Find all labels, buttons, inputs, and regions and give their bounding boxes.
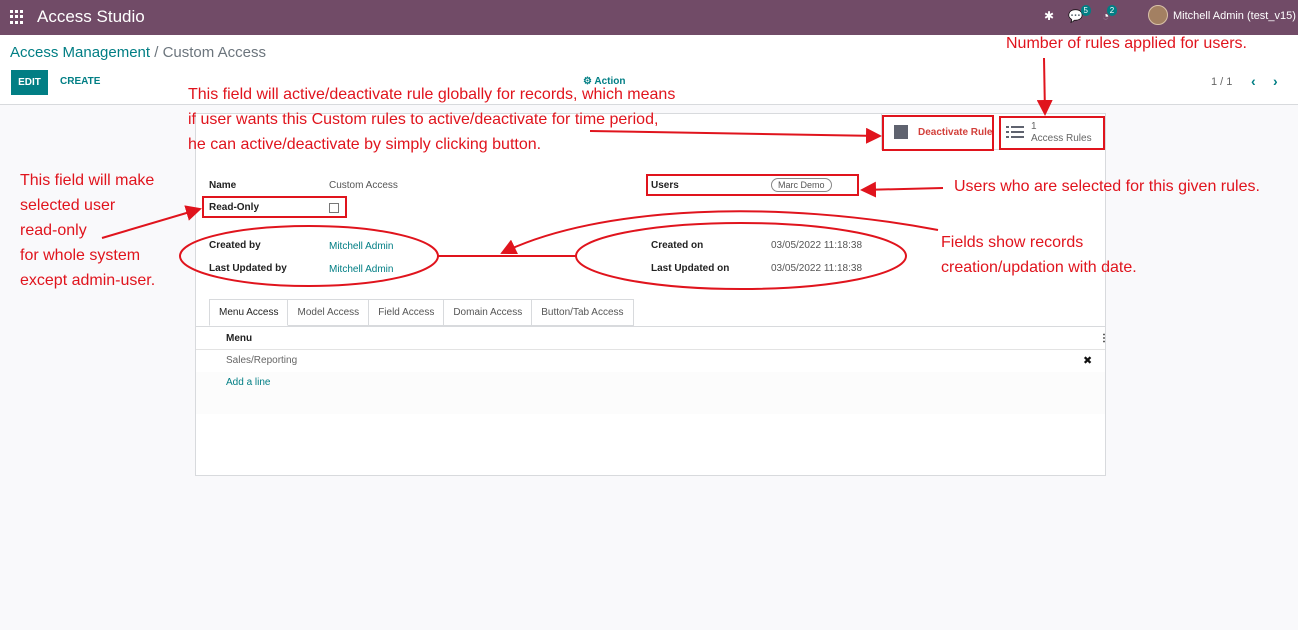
column-options-icon[interactable]: ⋮: [1099, 333, 1109, 344]
messages-badge: 5: [1080, 5, 1091, 16]
annotation-readonly-1: This field will make: [20, 172, 155, 189]
column-menu[interactable]: Menu: [226, 333, 252, 344]
stop-icon: [894, 125, 908, 139]
edit-button[interactable]: EDIT: [11, 70, 48, 95]
name-label: Name: [209, 180, 237, 191]
form-sheet: Deactivate Rule 1 Access Rules Name Cust…: [195, 113, 1109, 476]
updated-on-label: Last Updated on: [651, 263, 730, 274]
activities-icon[interactable]: ◔ 2: [1102, 5, 1118, 23]
button-box: Deactivate Rule 1 Access Rules: [881, 114, 1105, 150]
annotation-readonly-5: except admin-user.: [20, 272, 156, 289]
app-menu-icon[interactable]: [10, 10, 24, 24]
user-menu[interactable]: Mitchell Admin (test_v15): [1173, 10, 1296, 22]
created-on-label: Created on: [651, 240, 704, 251]
list-icon: [1006, 126, 1024, 138]
created-by-label: Created by: [209, 240, 261, 251]
name-value[interactable]: Custom Access: [329, 180, 398, 191]
updated-by-value[interactable]: Mitchell Admin: [329, 264, 393, 275]
tab-button-access[interactable]: Button/Tab Access: [532, 299, 634, 326]
annotation-readonly-2: selected user: [20, 197, 116, 214]
activities-badge: 2: [1106, 5, 1118, 16]
breadcrumb-current: Custom Access: [162, 44, 266, 61]
updated-on-value: 03/05/2022 11:18:38: [771, 263, 863, 274]
messages-icon[interactable]: 💬 5: [1068, 5, 1091, 23]
menu-cell[interactable]: Sales/Reporting: [226, 355, 297, 366]
annotation-active-1: This field will active/deactivate rule g…: [188, 86, 676, 103]
tab-menu-access[interactable]: Menu Access: [209, 299, 289, 326]
access-rules-label: Access Rules: [1031, 133, 1092, 144]
updated-by-label: Last Updated by: [209, 263, 287, 274]
chevron-left-icon[interactable]: ‹: [1251, 73, 1256, 89]
pager-value[interactable]: 1 / 1: [1211, 76, 1232, 88]
created-on-value: 03/05/2022 11:18:38: [771, 240, 863, 251]
list-empty-area: [196, 372, 1105, 414]
app-title[interactable]: Access Studio: [37, 7, 145, 27]
top-navbar: Access Studio ✱ 💬 5 ◔ 2 Mitchell Admin (te…: [0, 0, 1298, 35]
annotation-rules-count: Number of rules applied for users.: [1006, 35, 1247, 52]
user-tag[interactable]: Marc Demo: [771, 178, 832, 192]
arrow-readonly: [101, 205, 202, 239]
delete-row-icon[interactable]: ✖: [1083, 354, 1092, 367]
readonly-checkbox[interactable]: [329, 203, 339, 213]
annotation-fields-2: creation/updation with date.: [941, 259, 1137, 276]
tab-domain-access[interactable]: Domain Access: [444, 299, 533, 326]
tab-field-access[interactable]: Field Access: [369, 299, 445, 326]
annotation-readonly-4: for whole system: [20, 247, 141, 264]
deactivate-rule-button[interactable]: Deactivate Rule: [882, 114, 994, 150]
tab-model-access[interactable]: Model Access: [288, 299, 370, 326]
access-rules-count: 1: [1031, 121, 1037, 132]
table-row[interactable]: Sales/Reporting ✖: [196, 350, 1105, 372]
bug-icon[interactable]: ✱: [1044, 9, 1054, 23]
annotation-active-3: he can active/deactivate by simply click…: [188, 136, 542, 153]
create-button[interactable]: CREATE: [60, 76, 100, 87]
breadcrumb: Access Management / Custom Access: [10, 44, 266, 61]
created-by-value[interactable]: Mitchell Admin: [329, 241, 393, 252]
user-avatar[interactable]: [1148, 5, 1168, 25]
list-header: Menu ⋮: [196, 327, 1109, 350]
annotation-active-2: if user wants this Custom rules to activ…: [188, 111, 659, 128]
notebook-tabs: Menu Access Model Access Field Access Do…: [209, 299, 634, 326]
access-rules-button[interactable]: 1 Access Rules: [1000, 114, 1106, 150]
annotation-fields-1: Fields show records: [941, 234, 1084, 251]
add-line-link[interactable]: Add a line: [226, 377, 270, 388]
deactivate-rule-label: Deactivate Rule: [918, 127, 993, 138]
readonly-label: Read-Only: [209, 202, 260, 213]
users-label: Users: [651, 180, 679, 191]
breadcrumb-separator: /: [154, 44, 159, 61]
chevron-right-icon[interactable]: ›: [1273, 73, 1278, 89]
breadcrumb-parent[interactable]: Access Management: [10, 44, 150, 61]
annotation-readonly-3: read-only: [20, 222, 87, 239]
annotation-users: Users who are selected for this given ru…: [954, 178, 1260, 195]
